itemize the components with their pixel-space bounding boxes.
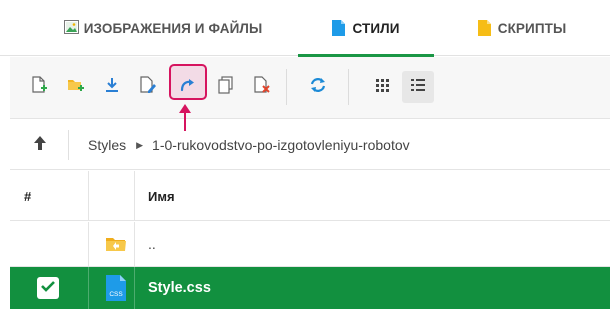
column-divider (134, 267, 135, 309)
redo-button[interactable] (172, 71, 204, 103)
new-file-icon (32, 75, 48, 99)
tab-scripts-label: СКРИПТЫ (497, 20, 567, 36)
tab-images-label: ИЗОБРАЖЕНИЯ И ФАЙЛЫ (83, 20, 263, 36)
arrow-up-icon (33, 135, 47, 156)
css-file-icon: CSS (98, 267, 134, 309)
tab-scripts[interactable]: СКРИПТЫ (434, 0, 610, 56)
edit-button[interactable] (132, 71, 164, 103)
row-checkbox[interactable] (37, 277, 59, 299)
copy-icon (218, 75, 234, 99)
yellow-file-icon (477, 20, 492, 36)
toolbar-separator (286, 69, 287, 105)
list-icon (410, 78, 426, 97)
breadcrumb-item-current[interactable]: 1-0-rukovodstvo-po-izgotovleniyu-robotov (152, 137, 410, 153)
list-view-button[interactable] (402, 71, 434, 103)
path-bar: Styles ▶ 1-0-rukovodstvo-po-izgotovleniy… (10, 120, 610, 170)
column-divider (134, 222, 135, 266)
toolbar-separator (348, 69, 349, 105)
breadcrumb: Styles ▶ 1-0-rukovodstvo-po-izgotovleniy… (88, 120, 410, 170)
breadcrumb-separator-icon: ▶ (136, 139, 144, 150)
blue-file-icon (332, 20, 346, 36)
checkmark-icon (41, 279, 55, 297)
download-button[interactable] (96, 71, 128, 103)
column-divider (134, 171, 135, 220)
column-divider (88, 267, 89, 309)
tab-images-and-files[interactable]: ИЗОБРАЖЕНИЯ И ФАЙЛЫ (28, 0, 298, 56)
delete-button[interactable] (246, 71, 278, 103)
table-header: # Имя (10, 171, 610, 221)
header-name[interactable]: Имя (148, 171, 175, 221)
row-name: .. (148, 236, 156, 252)
header-hash: # (24, 188, 32, 204)
download-icon (105, 77, 119, 98)
new-file-button[interactable] (24, 71, 56, 103)
image-icon (63, 20, 79, 36)
parent-folder-icon (98, 222, 134, 266)
tab-bar: ИЗОБРАЖЕНИЯ И ФАЙЛЫ СТИЛИ СКРИПТЫ (0, 0, 610, 57)
edit-icon (140, 75, 156, 99)
redo-icon (180, 78, 196, 97)
new-folder-icon (67, 77, 85, 98)
column-divider (88, 222, 89, 266)
column-divider (88, 171, 89, 220)
up-directory-button[interactable] (10, 120, 70, 170)
css-file-icon-label: CSS (109, 291, 123, 298)
refresh-button[interactable] (302, 71, 334, 103)
breadcrumb-item-styles[interactable]: Styles (88, 137, 126, 153)
table-row-selected[interactable]: CSS Style.css (10, 267, 610, 309)
grid-icon (375, 78, 389, 97)
path-divider (68, 130, 69, 160)
refresh-icon (309, 77, 327, 98)
tab-styles[interactable]: СТИЛИ (298, 0, 434, 57)
toolbar (10, 57, 610, 119)
table-row-parent[interactable]: .. (10, 222, 610, 267)
copy-button[interactable] (210, 71, 242, 103)
row-name: Style.css (148, 280, 211, 296)
new-folder-button[interactable] (60, 71, 92, 103)
tab-styles-label: СТИЛИ (352, 20, 400, 36)
delete-file-icon (254, 75, 270, 99)
grid-view-button[interactable] (366, 71, 398, 103)
